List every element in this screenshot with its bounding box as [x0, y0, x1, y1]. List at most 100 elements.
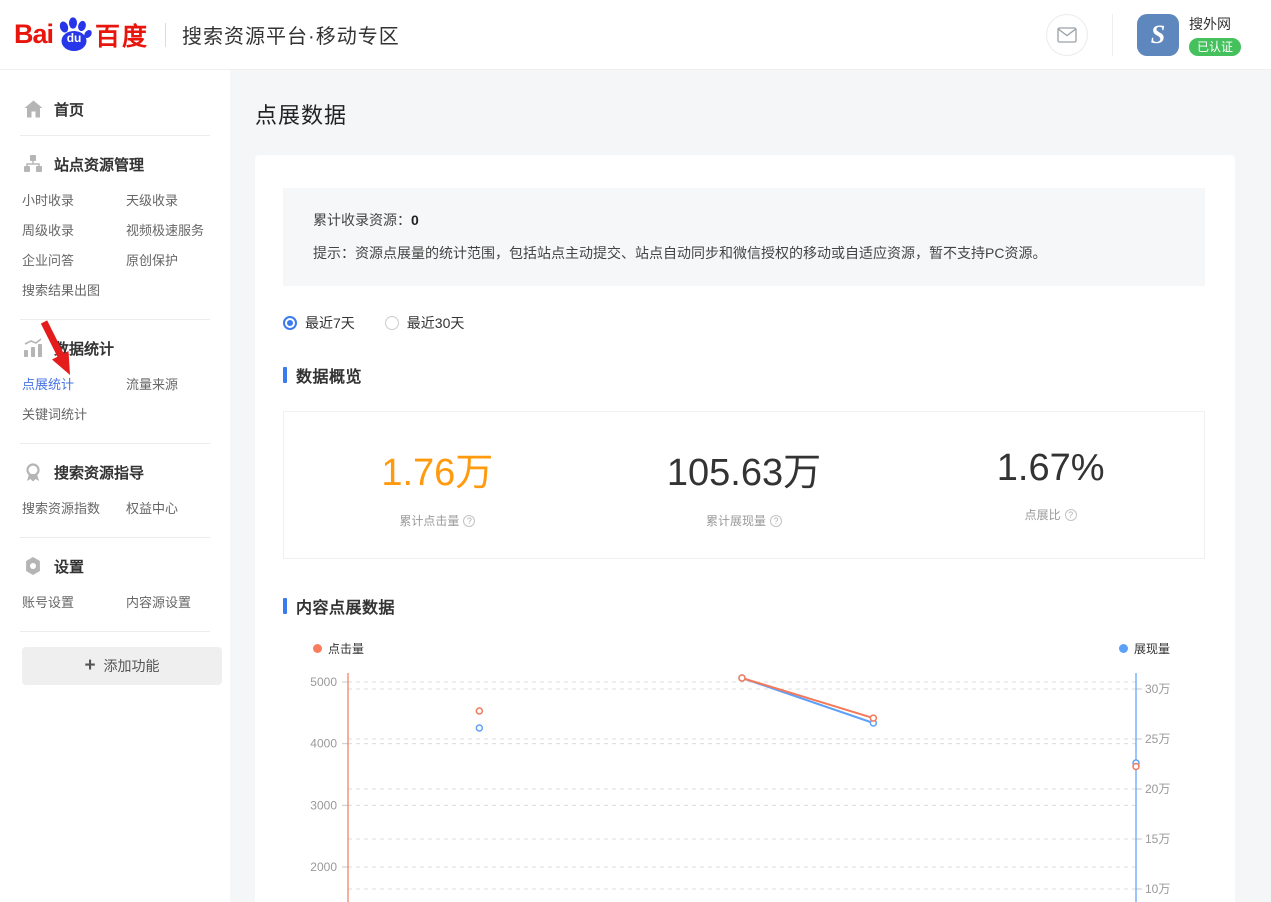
stat-label: 点展比 — [1025, 506, 1061, 523]
stat-value: 105.63万 — [591, 441, 898, 496]
sidebar-item-click-impression-stats[interactable]: 点展统计 — [22, 370, 126, 400]
notice-tip: 提示：资源点展量的统计范围，包括站点主动提交、站点自动同步和微信授权的移动或自适… — [313, 237, 1175, 270]
sidebar-item-content-source-settings[interactable]: 内容源设置 — [126, 588, 230, 618]
sidebar-divider — [20, 537, 210, 538]
user-avatar[interactable]: S — [1137, 14, 1179, 56]
sidebar-item-original-protection[interactable]: 原创保护 — [126, 246, 230, 276]
line-chart: 5000 4000 3000 2000 30万 25万 20万 15万 10万 — [283, 667, 1205, 902]
chart-svg: 5000 4000 3000 2000 30万 25万 20万 15万 10万 — [283, 667, 1205, 902]
add-feature-button[interactable]: + 添加功能 — [22, 647, 222, 685]
stat-total-clicks: 1.76万 累计点击量 — [284, 441, 591, 529]
sidebar-divider — [20, 319, 210, 320]
legend-clicks[interactable]: 点击量 — [313, 640, 364, 657]
legend-dot-blue — [1119, 644, 1128, 653]
sidebar-item-home[interactable]: 首页 — [0, 96, 230, 122]
plus-icon: + — [84, 655, 95, 677]
logo-text-cn: 百度 — [95, 17, 149, 53]
svg-text:15万: 15万 — [1145, 832, 1170, 846]
notice-label: 累计收录资源： — [313, 212, 411, 228]
legend-impressions[interactable]: 展现量 — [1119, 640, 1170, 657]
chart-legend: 点击量 展现量 — [283, 640, 1205, 657]
logo-text-bai: Bai — [14, 19, 53, 50]
user-info[interactable]: 搜外网 已认证 — [1189, 14, 1241, 56]
messages-button[interactable] — [1046, 14, 1088, 56]
overview-title: 数据概览 — [296, 363, 362, 387]
sidebar-item-serp-images[interactable]: 搜索结果出图 — [22, 276, 126, 306]
stat-label: 累计展现量 — [706, 512, 766, 529]
overview-section-header: 数据概览 — [283, 363, 1205, 387]
radio-dot-icon — [385, 316, 399, 330]
bar-chart-icon — [22, 337, 44, 359]
verified-badge: 已认证 — [1189, 38, 1241, 56]
mail-icon — [1057, 27, 1077, 43]
section-title: 数据统计 — [54, 338, 114, 359]
sidebar-item-keyword-stats[interactable]: 关键词统计 — [22, 400, 126, 430]
sidebar-divider — [20, 631, 210, 632]
svg-text:5000: 5000 — [310, 675, 337, 689]
radio-last-7-days[interactable]: 最近7天 — [283, 313, 355, 333]
sidebar-item-enterprise-qa[interactable]: 企业问答 — [22, 246, 126, 276]
chart-section-header: 内容点展数据 — [283, 594, 1205, 618]
chart-section-title: 内容点展数据 — [296, 594, 395, 618]
section-title: 站点资源管理 — [54, 154, 144, 175]
radio-label: 最近7天 — [305, 313, 355, 333]
sidebar-item-search-resource-index[interactable]: 搜索资源指数 — [22, 494, 126, 524]
stat-value: 1.67% — [897, 447, 1204, 490]
medal-icon — [22, 461, 44, 483]
radio-dot-icon — [283, 316, 297, 330]
baidu-paw-icon: du — [54, 15, 94, 55]
svg-text:3000: 3000 — [310, 798, 337, 812]
stat-click-impression-ratio: 1.67% 点展比 — [897, 447, 1204, 523]
overview-stats-panel: 1.76万 累计点击量 105.63万 累计展现量 1.67% 点展比 — [283, 411, 1205, 559]
platform-title: 搜索资源平台·移动专区 — [182, 20, 400, 49]
header-vertical-divider — [1112, 14, 1113, 56]
svg-text:25万: 25万 — [1145, 732, 1170, 746]
help-icon[interactable] — [463, 515, 475, 527]
section-accent-bar — [283, 598, 287, 614]
sidebar-section-site-resources: 站点资源管理 — [0, 150, 230, 178]
sidebar-item-benefits-center[interactable]: 权益中心 — [126, 494, 230, 524]
date-range-filters: 最近7天 最近30天 — [283, 313, 1205, 333]
sidebar-section-data-statistics: 数据统计 — [0, 334, 230, 362]
sidebar-item-video-express[interactable]: 视频极速服务 — [126, 216, 230, 246]
svg-text:20万: 20万 — [1145, 782, 1170, 796]
notice-box: 累计收录资源：0 提示：资源点展量的统计范围，包括站点主动提交、站点自动同步和微… — [283, 188, 1205, 286]
legend-label: 展现量 — [1134, 640, 1170, 657]
sidebar-item-daily-inclusion[interactable]: 天级收录 — [126, 186, 230, 216]
sidebar-item-weekly-inclusion[interactable]: 周级收录 — [22, 216, 126, 246]
svg-text:30万: 30万 — [1145, 682, 1170, 696]
svg-text:10万: 10万 — [1145, 882, 1170, 896]
sidebar-item-account-settings[interactable]: 账号设置 — [22, 588, 126, 618]
sidebar-item-hourly-inclusion[interactable]: 小时收录 — [22, 186, 126, 216]
radio-label: 最近30天 — [407, 313, 465, 333]
sidebar-home-label: 首页 — [54, 99, 84, 120]
gear-icon — [22, 555, 44, 577]
stat-label: 累计点击量 — [399, 512, 459, 529]
help-icon[interactable] — [770, 515, 782, 527]
sidebar-divider — [20, 443, 210, 444]
add-feature-label: 添加功能 — [104, 656, 160, 676]
sitemap-icon — [22, 153, 44, 175]
stat-total-impressions: 105.63万 累计展现量 — [591, 441, 898, 529]
notice-line-resources: 累计收录资源：0 — [313, 204, 1175, 237]
page-title: 点展数据 — [255, 98, 1235, 130]
sidebar-item-traffic-source[interactable]: 流量来源 — [126, 370, 230, 400]
radio-last-30-days[interactable]: 最近30天 — [385, 313, 465, 333]
section-accent-bar — [283, 367, 287, 383]
section-title: 搜索资源指导 — [54, 462, 144, 483]
content-card: 累计收录资源：0 提示：资源点展量的统计范围，包括站点主动提交、站点自动同步和微… — [255, 155, 1235, 902]
notice-value: 0 — [411, 212, 419, 228]
user-name: 搜外网 — [1189, 14, 1231, 34]
home-icon — [22, 98, 44, 120]
main-content: 点展数据 累计收录资源：0 提示：资源点展量的统计范围，包括站点主动提交、站点自… — [230, 70, 1271, 902]
help-icon[interactable] — [1065, 509, 1077, 521]
baidu-logo[interactable]: Bai du 百度 — [14, 15, 149, 55]
header-divider — [165, 23, 166, 47]
top-header: Bai du 百度 搜索资源平台·移动专区 S 搜外网 已认 — [0, 0, 1271, 70]
stat-value: 1.76万 — [284, 441, 591, 496]
svg-text:2000: 2000 — [310, 860, 337, 874]
sidebar-section-search-guidance: 搜索资源指导 — [0, 458, 230, 486]
avatar-letter: S — [1151, 20, 1165, 50]
svg-text:4000: 4000 — [310, 737, 337, 751]
sidebar-section-settings: 设置 — [0, 552, 230, 580]
